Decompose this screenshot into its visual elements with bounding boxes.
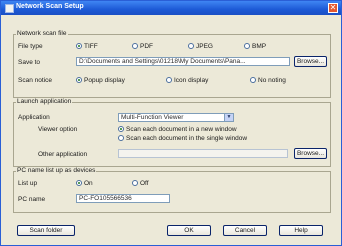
chevron-down-icon[interactable]: ▼ — [224, 114, 233, 121]
other-application-label: Other application — [38, 151, 88, 158]
radio-scan-notice-icon[interactable] — [166, 77, 172, 83]
file-type-bmp-label: BMP — [252, 43, 267, 50]
radio-file-type-pdf[interactable] — [132, 43, 138, 49]
launch-application-group: Launch application Application Multi-Fun… — [13, 98, 331, 167]
radio-file-type-jpeg[interactable] — [188, 43, 194, 49]
window-title: Network Scan Setup — [16, 3, 84, 10]
application-select-value: Multi-Function Viewer — [121, 114, 184, 121]
radio-file-type-tiff[interactable] — [76, 43, 82, 49]
scan-folder-button[interactable]: Scan folder — [17, 225, 75, 236]
save-to-browse-button[interactable]: Browse... — [294, 56, 327, 67]
list-up-off-label: Off — [140, 180, 149, 187]
radio-viewer-single-window[interactable] — [118, 135, 124, 141]
application-select[interactable]: Multi-Function Viewer ▼ — [118, 113, 234, 122]
viewer-single-window-label: Scan each document in the single window — [126, 135, 248, 142]
file-type-jpeg-label: JPEG — [196, 43, 213, 50]
pc-name-group: PC name list up as devices List up On Of… — [13, 167, 331, 213]
app-icon — [5, 4, 14, 13]
scan-file-group-label: Network scan file — [16, 30, 68, 37]
file-type-label: File type — [18, 43, 43, 50]
file-type-pdf-label: PDF — [140, 43, 153, 50]
viewer-option-label: Viewer option — [38, 126, 78, 133]
ok-button[interactable]: OK — [167, 225, 211, 236]
pc-name-group-label: PC name list up as devices — [16, 167, 97, 174]
radio-list-up-off[interactable] — [132, 180, 138, 186]
pc-name-field[interactable]: PC-FO105566536 — [76, 194, 170, 203]
scan-notice-icon-label: Icon display — [174, 77, 209, 84]
other-application-field[interactable] — [118, 149, 288, 158]
file-type-tiff-label: TIFF — [84, 43, 98, 50]
other-application-browse-button[interactable]: Browse... — [294, 148, 327, 159]
save-to-field[interactable]: D:\Documents and Settings\01218\My Docum… — [76, 57, 290, 66]
scan-file-group: Network scan file File type TIFF PDF JPE… — [13, 30, 331, 98]
save-to-label: Save to — [18, 59, 41, 66]
application-label: Application — [18, 114, 50, 121]
cancel-button[interactable]: Cancel — [223, 225, 267, 236]
scan-notice-popup-label: Popup display — [84, 77, 125, 84]
help-button[interactable]: Help — [279, 225, 323, 236]
list-up-on-label: On — [84, 180, 93, 187]
title-bar[interactable]: Network Scan Setup ✕ — [1, 1, 341, 15]
radio-scan-notice-popup[interactable] — [76, 77, 82, 83]
close-icon[interactable]: ✕ — [328, 3, 338, 13]
radio-file-type-bmp[interactable] — [244, 43, 250, 49]
pc-name-label: PC name — [18, 196, 46, 203]
radio-scan-notice-none[interactable] — [250, 77, 256, 83]
launch-group-label: Launch application — [16, 98, 73, 105]
viewer-new-window-label: Scan each document in a new window — [126, 126, 237, 133]
list-up-label: List up — [18, 180, 38, 187]
radio-list-up-on[interactable] — [76, 180, 82, 186]
network-scan-setup-dialog: Network Scan Setup ✕ Network scan file F… — [0, 0, 342, 246]
radio-viewer-new-window[interactable] — [118, 126, 124, 132]
scan-notice-none-label: No noting — [258, 77, 286, 84]
scan-notice-label: Scan notice — [18, 77, 52, 84]
